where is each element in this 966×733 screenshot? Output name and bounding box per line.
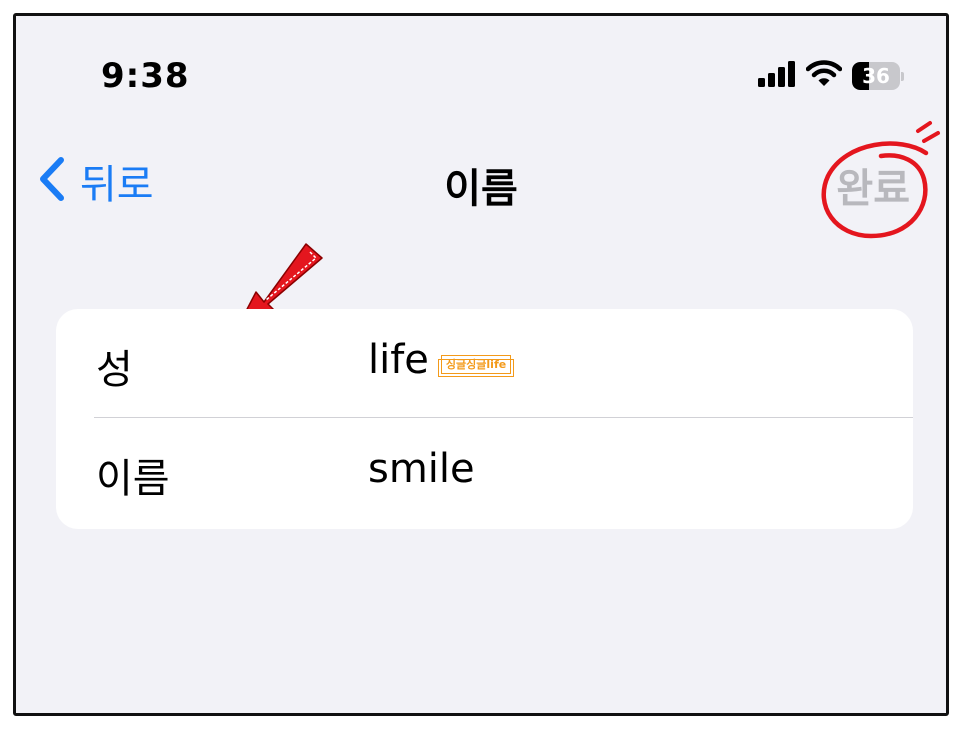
navigation-bar: 이름 뒤로 완료 — [16, 146, 946, 216]
chevron-left-icon — [38, 156, 66, 206]
done-button[interactable]: 완료 — [836, 156, 910, 214]
first-name-value: smile — [368, 446, 475, 492]
first-name-field[interactable]: smile — [368, 446, 475, 492]
phone-screen: 9:38 36 이름 뒤로 완료 성 life 싱글싱글life 이름 smil… — [13, 13, 949, 716]
last-name-field[interactable]: life 싱글싱글life — [368, 337, 515, 383]
back-label: 뒤로 — [80, 162, 154, 208]
battery-icon: 36 — [852, 61, 904, 91]
last-name-value: life — [368, 337, 429, 383]
status-icons: 36 — [758, 60, 904, 92]
wifi-icon — [805, 60, 843, 92]
battery-level: 36 — [862, 64, 890, 88]
last-name-row[interactable]: 성 life 싱글싱글life — [56, 309, 913, 418]
status-time: 9:38 — [101, 56, 190, 96]
name-form: 성 life 싱글싱글life 이름 smile — [56, 309, 913, 529]
page-title: 이름 — [444, 166, 518, 212]
first-name-row[interactable]: 이름 smile — [56, 418, 913, 526]
last-name-label: 성 — [96, 347, 133, 393]
back-button[interactable]: 뒤로 — [38, 152, 154, 210]
cellular-signal-icon — [758, 61, 796, 91]
first-name-label: 이름 — [96, 456, 170, 502]
status-bar: 9:38 36 — [16, 16, 946, 126]
watermark-stamp: 싱글싱글life — [437, 354, 515, 377]
